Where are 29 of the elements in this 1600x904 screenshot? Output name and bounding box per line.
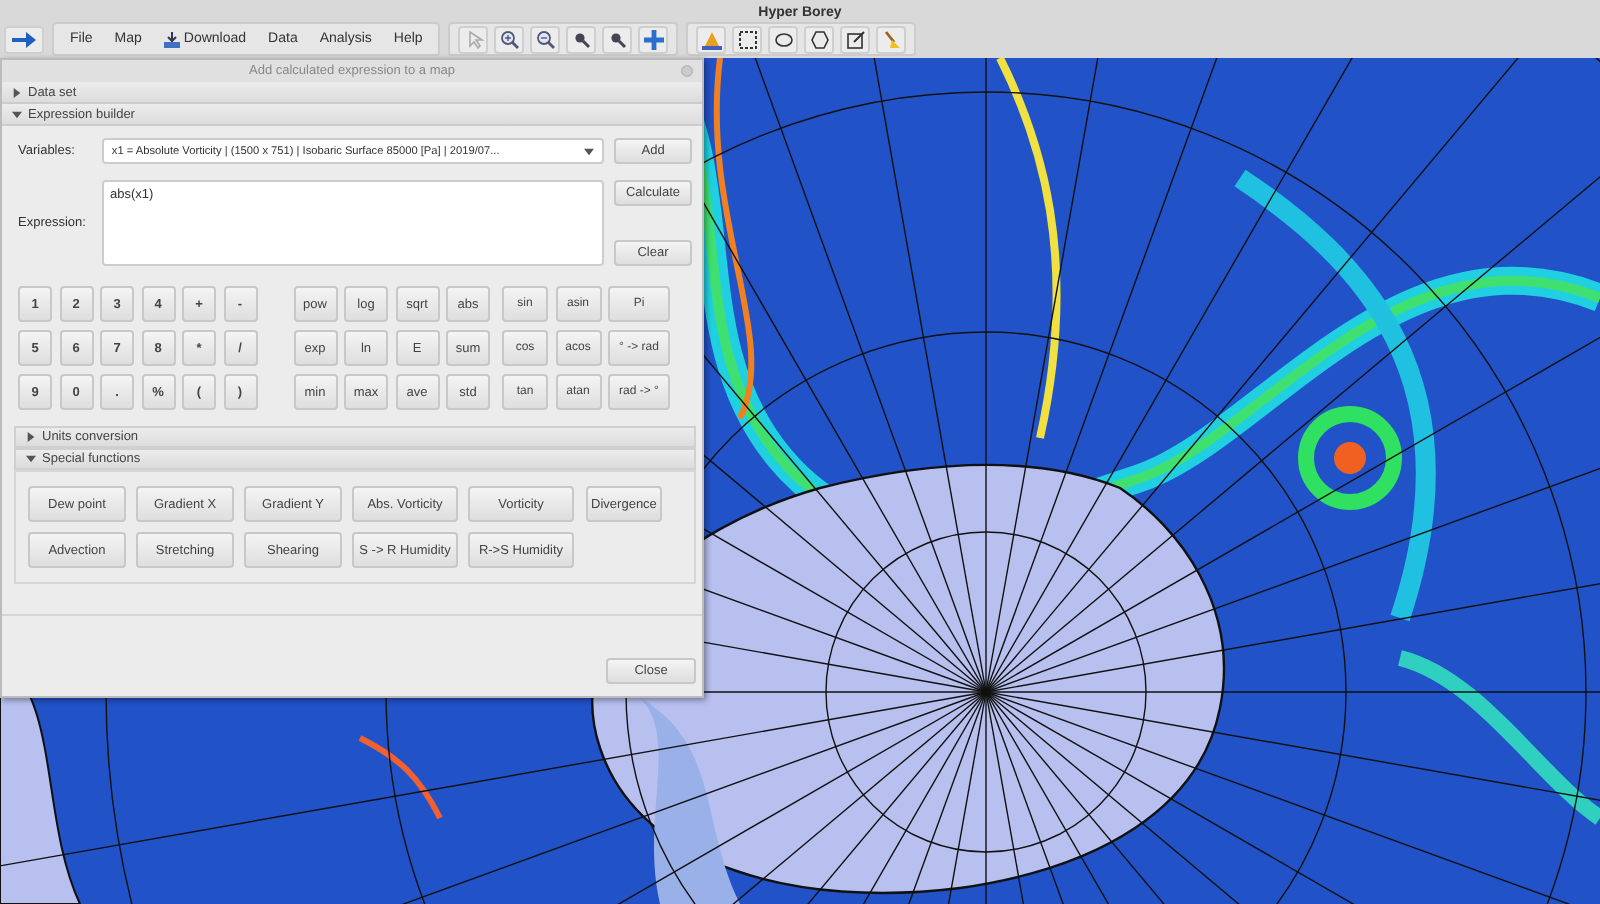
collapsed-triangle-icon [12, 87, 22, 97]
zoom-in-icon [499, 29, 520, 49]
tool-button[interactable] [494, 25, 525, 53]
download-icon [163, 31, 180, 47]
edit-icon [845, 29, 866, 49]
move-icon [643, 29, 664, 49]
ellipse-icon [773, 29, 794, 49]
selection-rectangle-icon [737, 29, 758, 49]
tool-button[interactable] [566, 25, 597, 53]
tool-button[interactable] [768, 25, 799, 53]
tool-button[interactable] [696, 25, 727, 53]
forward-arrow-button[interactable] [4, 25, 44, 53]
dropdown-caret-icon [584, 147, 595, 155]
arrow-right-icon [12, 31, 36, 47]
tool-button[interactable] [804, 25, 835, 53]
collapsed-triangle-icon [26, 432, 36, 442]
expanded-triangle-icon [26, 454, 36, 464]
tool-button[interactable] [530, 25, 561, 53]
zoom-out-icon [535, 29, 556, 49]
brush-icon [881, 29, 902, 49]
tool-button[interactable] [602, 25, 633, 53]
polygon-icon [809, 29, 830, 49]
tool-button[interactable] [732, 25, 763, 53]
expanded-triangle-icon [12, 109, 22, 119]
hat-icon [701, 29, 722, 49]
tool-button[interactable] [840, 25, 871, 53]
pointer-icon [463, 29, 484, 49]
magnifier-icon [607, 29, 628, 49]
magnifier-icon [571, 29, 592, 49]
